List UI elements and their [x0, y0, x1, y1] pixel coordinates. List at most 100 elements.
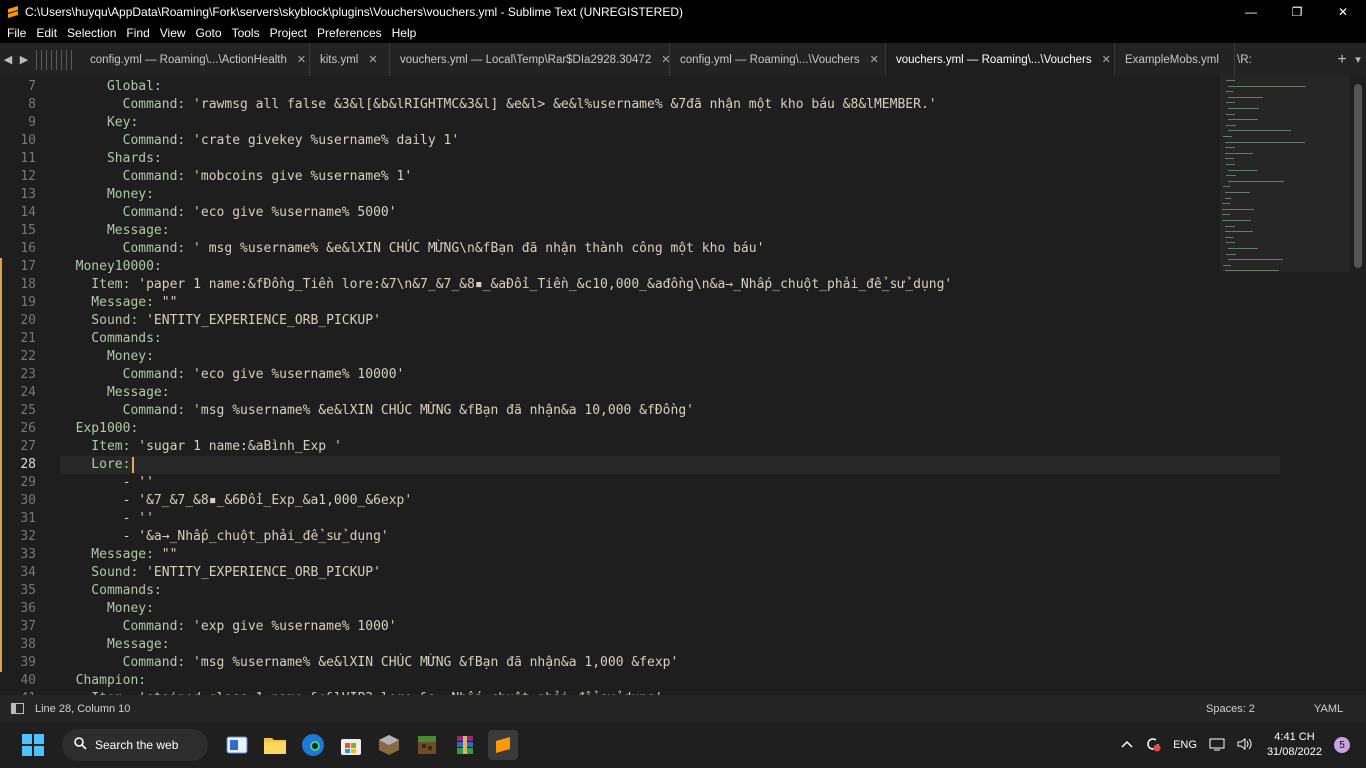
notification-badge[interactable]: 5 [1334, 737, 1350, 753]
code-line[interactable]: - '&a→_Nhấp_chuột_phải_để_sử_dụng' [60, 528, 389, 546]
yaml-key: Shards: [60, 151, 162, 166]
menu-help[interactable]: Help [389, 26, 424, 40]
volume-icon[interactable] [1237, 737, 1253, 754]
menu-selection[interactable]: Selection [64, 26, 123, 40]
taskbar-search[interactable]: Search the web [62, 729, 208, 761]
language-indicator[interactable]: ENG [1173, 739, 1197, 751]
microsoft-store-icon[interactable] [336, 730, 366, 760]
line-number: 26 [20, 421, 36, 436]
yaml-key: Command: [60, 403, 186, 418]
code-line[interactable]: Money10000: [60, 258, 162, 276]
menu-find[interactable]: Find [123, 26, 156, 40]
file-explorer-icon[interactable] [260, 730, 290, 760]
winrar-icon[interactable] [450, 730, 480, 760]
code-line[interactable]: Message: "" [60, 294, 177, 312]
yaml-value: 'eco give %username% 5000' [185, 205, 397, 220]
menu-edit[interactable]: Edit [33, 26, 64, 40]
yaml-key: Global: [60, 79, 162, 94]
code-line[interactable]: Command: ' msg %username% &e&lXIN CHÚC M… [60, 240, 765, 258]
tab-close-icon[interactable]: ✕ [1102, 53, 1111, 66]
editor-area[interactable]: 7 8 9 10 11 12 13 14 15 16 17 18 19 20 21 22 23 24 25 26 27 2… [0, 76, 1366, 695]
minimize-button[interactable]: — [1228, 0, 1274, 23]
tab-list-dropdown-icon[interactable]: ▾ [1350, 53, 1366, 66]
minimap-line [1226, 102, 1236, 104]
clock[interactable]: 4:41 CH 31/08/2022 [1267, 730, 1322, 760]
close-window-button[interactable]: ✕ [1320, 0, 1366, 23]
line-number: 31 [20, 511, 36, 526]
tab-kits[interactable]: kits.yml ✕ [310, 43, 390, 76]
code-line[interactable]: Shards: [60, 150, 162, 168]
refresh-status-icon[interactable] [1145, 736, 1161, 755]
code-line[interactable]: Command: 'msg %username% &e&lXIN CHÚC MỪ… [60, 654, 679, 672]
chevron-up-icon[interactable] [1121, 739, 1133, 751]
tab-truncated[interactable]: \R: [1235, 43, 1261, 76]
tab-close-icon[interactable]: ✕ [368, 53, 377, 66]
code-line[interactable]: Sound: 'ENTITY_EXPERIENCE_ORB_PICKUP' [60, 312, 381, 330]
minimap[interactable] [1220, 76, 1350, 695]
menu-view[interactable]: View [157, 26, 193, 40]
tab-next-icon[interactable]: ▶ [16, 53, 32, 66]
menu-preferences[interactable]: Preferences [314, 26, 389, 40]
code-line[interactable]: Message: [60, 222, 170, 240]
line-number: 20 [20, 313, 36, 328]
code-line[interactable]: Commands: [60, 582, 161, 600]
indentation-setting[interactable]: Spaces: 2 [1206, 703, 1296, 715]
code-line[interactable]: Command: 'eco give %username% 10000' [60, 366, 405, 384]
code-line[interactable]: Item: 'sugar 1 name:&aBình_Exp ' [60, 438, 341, 456]
code-line[interactable]: Key: [60, 114, 138, 132]
windows-start-icon[interactable] [18, 730, 48, 760]
tab-prev-icon[interactable]: ◀ [0, 53, 16, 66]
code-line[interactable]: Command: 'exp give %username% 1000' [60, 618, 397, 636]
code-line[interactable]: Global: [60, 78, 162, 96]
minimap-viewport[interactable] [1220, 76, 1350, 272]
menu-file[interactable]: File [4, 26, 33, 40]
sublime-text-taskbar-icon[interactable] [488, 730, 518, 760]
line-number: 21 [20, 331, 36, 346]
task-view-icon[interactable] [222, 730, 252, 760]
edge-browser-icon[interactable] [298, 730, 328, 760]
code-line[interactable]: Money: [60, 186, 154, 204]
code-line[interactable]: Message: "" [60, 546, 177, 564]
minimap-line [1223, 264, 1232, 266]
menu-project[interactable]: Project [267, 26, 314, 40]
code-line[interactable]: Command: 'mobcoins give %username% 1' [60, 168, 413, 186]
code-line[interactable]: - '' [60, 510, 154, 528]
maximize-button[interactable]: ❐ [1274, 0, 1320, 23]
tab-vouchers-active[interactable]: vouchers.yml — Roaming\...\Vouchers ✕ [886, 43, 1115, 76]
code-line[interactable]: Money: [60, 600, 154, 618]
tab-vouchers-temp[interactable]: vouchers.yml — Local\Temp\Rar$DIa2928.30… [390, 43, 670, 76]
tab-close-icon[interactable]: ✕ [870, 53, 879, 66]
code-line[interactable]: Command: 'crate givekey %username% daily… [60, 132, 460, 150]
code-line[interactable]: Item: 'paper 1 name:&fĐồng_Tiền lore:&7\… [60, 276, 952, 294]
menu-goto[interactable]: Goto [193, 26, 229, 40]
yaml-value: 'ENTITY_EXPERIENCE_ORB_PICKUP' [138, 313, 381, 328]
code-line[interactable]: - '&7_&7_&8▪_&6Đổi_Exp_&a1,000_&6exp' [60, 492, 413, 510]
panel-toggle-icon[interactable] [11, 703, 24, 714]
tab-config-vouchers[interactable]: config.yml — Roaming\...\Vouchers ✕ [670, 43, 886, 76]
code-line[interactable]: Commands: [60, 330, 161, 348]
code-line[interactable]: Money: [60, 348, 154, 366]
network-icon[interactable] [1209, 737, 1225, 754]
code-view[interactable]: Global: Command: 'rawmsg all false &3&l[… [60, 76, 1280, 695]
tab-close-icon[interactable]: ✕ [297, 53, 306, 66]
menu-tools[interactable]: Tools [229, 26, 267, 40]
code-line[interactable]: Message: [60, 384, 170, 402]
code-line[interactable]: - '' [60, 474, 154, 492]
code-line[interactable]: Sound: 'ENTITY_EXPERIENCE_ORB_PICKUP' [60, 564, 381, 582]
code-line[interactable]: Command: 'msg %username% &e&lXIN CHÚC MỪ… [60, 402, 694, 420]
code-line[interactable]: Lore: [60, 456, 130, 474]
code-line[interactable]: Champion: [60, 672, 146, 690]
code-line[interactable]: Command: 'rawmsg all false &3&l[&b&lRIGH… [60, 96, 937, 114]
code-line[interactable]: Exp1000: [60, 420, 139, 438]
minecraft-block-icon[interactable] [374, 730, 404, 760]
vertical-scrollbar[interactable] [1354, 84, 1362, 268]
code-line[interactable]: Command: 'eco give %username% 5000' [60, 204, 397, 222]
tab-label: config.yml — Roaming\...\Vouchers [680, 53, 860, 66]
code-line[interactable]: Message: [60, 636, 170, 654]
syntax-selector[interactable]: YAML [1296, 703, 1366, 715]
new-tab-icon[interactable]: + [1334, 51, 1350, 69]
yaml-key: Exp1000: [60, 421, 139, 436]
minecraft-launcher-icon[interactable] [412, 730, 442, 760]
tab-examplemobs[interactable]: ExampleMobs.yml [1115, 43, 1235, 76]
tab-config-actionhealth[interactable]: config.yml — Roaming\...\ActionHealth ✕ [80, 43, 310, 76]
